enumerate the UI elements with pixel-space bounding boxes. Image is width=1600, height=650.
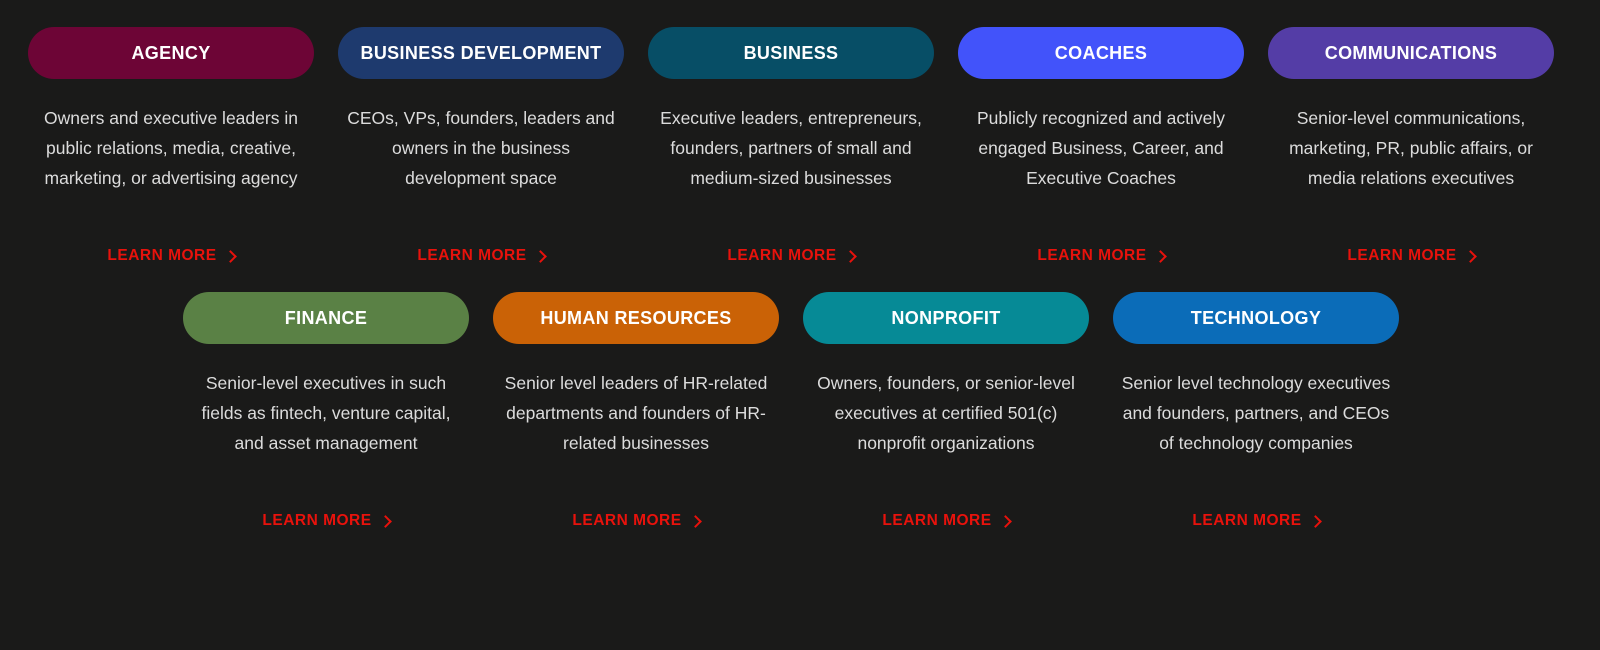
category-pill-label: BUSINESS DEVELOPMENT <box>360 42 602 63</box>
category-description: CEOs, VPs, founders, leaders and owners … <box>347 108 615 188</box>
category-description: Senior level leaders of HR-related depar… <box>504 373 768 453</box>
category-pill-label: HUMAN RESOURCES <box>540 307 732 328</box>
learn-more-link-communications[interactable]: LEARN MORE <box>1347 247 1477 265</box>
learn-more-link-business-development[interactable]: LEARN MORE <box>417 247 547 265</box>
category-card-finance: FINANCE Senior-level executives in such … <box>183 292 469 530</box>
category-pill-label: COACHES <box>1054 42 1148 63</box>
category-board: AGENCY Owners and executive leaders in p… <box>0 0 1600 650</box>
category-pill-label: AGENCY <box>131 42 211 63</box>
category-card-technology: TECHNOLOGY Senior level technology execu… <box>1113 292 1399 530</box>
category-pill-label: NONPROFIT <box>891 307 1001 328</box>
learn-more-label: LEARN MORE <box>882 512 992 529</box>
learn-more-link-finance[interactable]: LEARN MORE <box>262 512 392 530</box>
category-pill-nonprofit[interactable]: NONPROFIT <box>803 292 1089 344</box>
learn-more-link-business[interactable]: LEARN MORE <box>727 247 857 265</box>
learn-more-wrap: LEARN MORE <box>803 512 1089 530</box>
chevron-right-icon <box>533 249 547 263</box>
learn-more-wrap: LEARN MORE <box>28 247 314 265</box>
category-card-communications: COMMUNICATIONS Senior-level communicatio… <box>1268 27 1554 265</box>
category-card-agency: AGENCY Owners and executive leaders in p… <box>28 27 314 265</box>
learn-more-link-coaches[interactable]: LEARN MORE <box>1037 247 1167 265</box>
category-pill-technology[interactable]: TECHNOLOGY <box>1113 292 1399 344</box>
category-pill-coaches[interactable]: COACHES <box>958 27 1244 79</box>
category-pill-communications[interactable]: COMMUNICATIONS <box>1268 27 1554 79</box>
learn-more-wrap: LEARN MORE <box>648 247 934 265</box>
learn-more-wrap: LEARN MORE <box>493 512 779 530</box>
chevron-right-icon <box>223 249 237 263</box>
learn-more-label: LEARN MORE <box>572 512 682 529</box>
chevron-right-icon <box>688 514 702 528</box>
learn-more-label: LEARN MORE <box>1192 512 1302 529</box>
category-pill-human-resources[interactable]: HUMAN RESOURCES <box>493 292 779 344</box>
category-description: Senior-level communications, marketing, … <box>1289 108 1533 188</box>
category-description: Senior-level executives in such fields a… <box>201 373 451 453</box>
learn-more-label: LEARN MORE <box>417 247 527 264</box>
category-pill-label: BUSINESS <box>743 42 839 63</box>
chevron-right-icon <box>843 249 857 263</box>
learn-more-label: LEARN MORE <box>1347 247 1457 264</box>
category-description: Publicly recognized and actively engaged… <box>976 108 1226 188</box>
category-pill-label: TECHNOLOGY <box>1190 307 1322 328</box>
category-pill-business[interactable]: BUSINESS <box>648 27 934 79</box>
category-row-bottom: FINANCE Senior-level executives in such … <box>0 265 1600 530</box>
chevron-right-icon <box>1153 249 1167 263</box>
category-row-top: AGENCY Owners and executive leaders in p… <box>0 0 1600 265</box>
learn-more-label: LEARN MORE <box>107 247 217 264</box>
chevron-right-icon <box>998 514 1012 528</box>
learn-more-link-nonprofit[interactable]: LEARN MORE <box>882 512 1012 530</box>
learn-more-link-technology[interactable]: LEARN MORE <box>1192 512 1322 530</box>
chevron-right-icon <box>1463 249 1477 263</box>
category-pill-agency[interactable]: AGENCY <box>28 27 314 79</box>
chevron-right-icon <box>1308 514 1322 528</box>
learn-more-label: LEARN MORE <box>262 512 372 529</box>
category-card-nonprofit: NONPROFIT Owners, founders, or senior-le… <box>803 292 1089 530</box>
learn-more-wrap: LEARN MORE <box>183 512 469 530</box>
category-pill-finance[interactable]: FINANCE <box>183 292 469 344</box>
category-card-business-development: BUSINESS DEVELOPMENT CEOs, VPs, founders… <box>338 27 624 265</box>
chevron-right-icon <box>378 514 392 528</box>
category-description: Senior level technology executives and f… <box>1121 373 1391 453</box>
learn-more-label: LEARN MORE <box>727 247 837 264</box>
category-description: Owners and executive leaders in public r… <box>44 108 298 188</box>
category-card-business: BUSINESS Executive leaders, entrepreneur… <box>648 27 934 265</box>
category-description: Executive leaders, entrepreneurs, founde… <box>660 108 922 188</box>
learn-more-link-agency[interactable]: LEARN MORE <box>107 247 237 265</box>
learn-more-label: LEARN MORE <box>1037 247 1147 264</box>
category-description: Owners, founders, or senior-level execut… <box>817 373 1075 453</box>
learn-more-wrap: LEARN MORE <box>338 247 624 265</box>
category-pill-label: FINANCE <box>284 307 368 328</box>
learn-more-wrap: LEARN MORE <box>958 247 1244 265</box>
category-pill-business-development[interactable]: BUSINESS DEVELOPMENT <box>338 27 624 79</box>
category-card-coaches: COACHES Publicly recognized and actively… <box>958 27 1244 265</box>
learn-more-wrap: LEARN MORE <box>1113 512 1399 530</box>
learn-more-wrap: LEARN MORE <box>1268 247 1554 265</box>
learn-more-link-human-resources[interactable]: LEARN MORE <box>572 512 702 530</box>
category-pill-label: COMMUNICATIONS <box>1324 42 1498 63</box>
category-card-human-resources: HUMAN RESOURCES Senior level leaders of … <box>493 292 779 530</box>
